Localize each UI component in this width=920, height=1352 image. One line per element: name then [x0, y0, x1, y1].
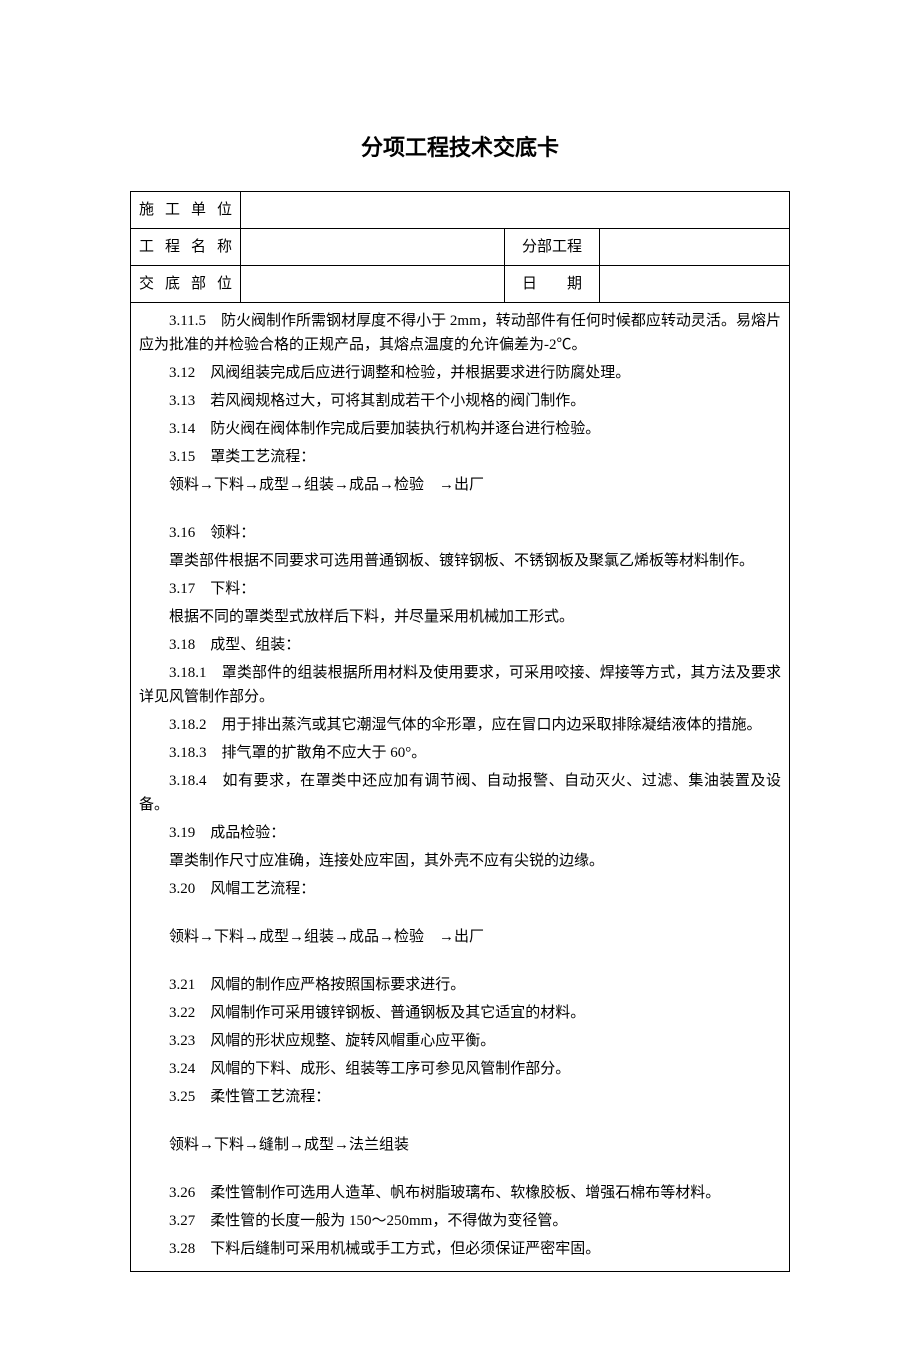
row-content: 3.11.5 防火阀制作所需钢材厚度不得小于 2mm，转动部件有任何时候都应转动…	[131, 303, 790, 1272]
item-3-18: 3.18 成型、组装：	[139, 633, 781, 657]
flow-3-20: 领料→下料→成型→组装→成品→检验 →出厂	[139, 925, 781, 949]
item-3-18-3: 3.18.3 排气罩的扩散角不应大于 60°。	[139, 741, 781, 765]
item-3-17: 3.17 下料：	[139, 577, 781, 601]
row-section: 交底部位 日 期	[131, 266, 790, 303]
item-3-16: 3.16 领料：	[139, 521, 781, 545]
row-unit: 施工单位	[131, 192, 790, 229]
label-subproject: 分部工程	[505, 229, 600, 266]
value-section	[241, 266, 505, 303]
value-unit	[241, 192, 790, 229]
flow-3-15: 领料→下料→成型→组装→成品→检验 →出厂	[139, 473, 781, 497]
item-3-25: 3.25 柔性管工艺流程：	[139, 1085, 781, 1109]
item-3-11-5: 3.11.5 防火阀制作所需钢材厚度不得小于 2mm，转动部件有任何时候都应转动…	[139, 309, 781, 357]
item-3-18-4: 3.18.4 如有要求，在罩类中还应加有调节阀、自动报警、自动灭火、过滤、集油装…	[139, 769, 781, 817]
item-3-22: 3.22 风帽制作可采用镀锌钢板、普通钢板及其它适宜的材料。	[139, 1001, 781, 1025]
item-3-23: 3.23 风帽的形状应规整、旋转风帽重心应平衡。	[139, 1029, 781, 1053]
value-project	[241, 229, 505, 266]
body-3-17: 根据不同的罩类型式放样后下料，并尽量采用机械加工形式。	[139, 605, 781, 629]
flow-3-25: 领料→下料→缝制→成型→法兰组装	[139, 1133, 781, 1157]
body-3-16: 罩类部件根据不同要求可选用普通钢板、镀锌钢板、不锈钢板及聚氯乙烯板等材料制作。	[139, 549, 781, 573]
item-3-15: 3.15 罩类工艺流程：	[139, 445, 781, 469]
item-3-21: 3.21 风帽的制作应严格按照国标要求进行。	[139, 973, 781, 997]
item-3-18-1: 3.18.1 罩类部件的组装根据所用材料及使用要求，可采用咬接、焊接等方式，其方…	[139, 661, 781, 709]
item-3-24: 3.24 风帽的下料、成形、组装等工序可参见风管制作部分。	[139, 1057, 781, 1081]
item-3-18-2: 3.18.2 用于排出蒸汽或其它潮湿气体的伞形罩，应在冒口内边采取排除凝结液体的…	[139, 713, 781, 737]
item-3-12: 3.12 风阀组装完成后应进行调整和检验，并根据要求进行防腐处理。	[139, 361, 781, 385]
item-3-19: 3.19 成品检验：	[139, 821, 781, 845]
page-title: 分项工程技术交底卡	[130, 130, 790, 165]
label-section: 交底部位	[131, 266, 241, 303]
label-project: 工程名称	[131, 229, 241, 266]
item-3-14: 3.14 防火阀在阀体制作完成后要加装执行机构并逐台进行检验。	[139, 417, 781, 441]
form-table: 施工单位 工程名称 分部工程 交底部位 日 期 3.11.5 防火阀制作所需钢材…	[130, 191, 790, 1272]
value-subproject	[600, 229, 790, 266]
body-3-19: 罩类制作尺寸应准确，连接处应牢固，其外壳不应有尖锐的边缘。	[139, 849, 781, 873]
value-date	[600, 266, 790, 303]
item-3-26: 3.26 柔性管制作可选用人造革、帆布树脂玻璃布、软橡胶板、增强石棉布等材料。	[139, 1181, 781, 1205]
content-body: 3.11.5 防火阀制作所需钢材厚度不得小于 2mm，转动部件有任何时候都应转动…	[131, 303, 790, 1272]
item-3-20: 3.20 风帽工艺流程：	[139, 877, 781, 901]
row-project: 工程名称 分部工程	[131, 229, 790, 266]
label-unit: 施工单位	[131, 192, 241, 229]
item-3-28: 3.28 下料后缝制可采用机械或手工方式，但必须保证严密牢固。	[139, 1237, 781, 1261]
item-3-27: 3.27 柔性管的长度一般为 150～250mm，不得做为变径管。	[139, 1209, 781, 1233]
label-date: 日 期	[505, 266, 600, 303]
item-3-13: 3.13 若风阀规格过大，可将其割成若干个小规格的阀门制作。	[139, 389, 781, 413]
